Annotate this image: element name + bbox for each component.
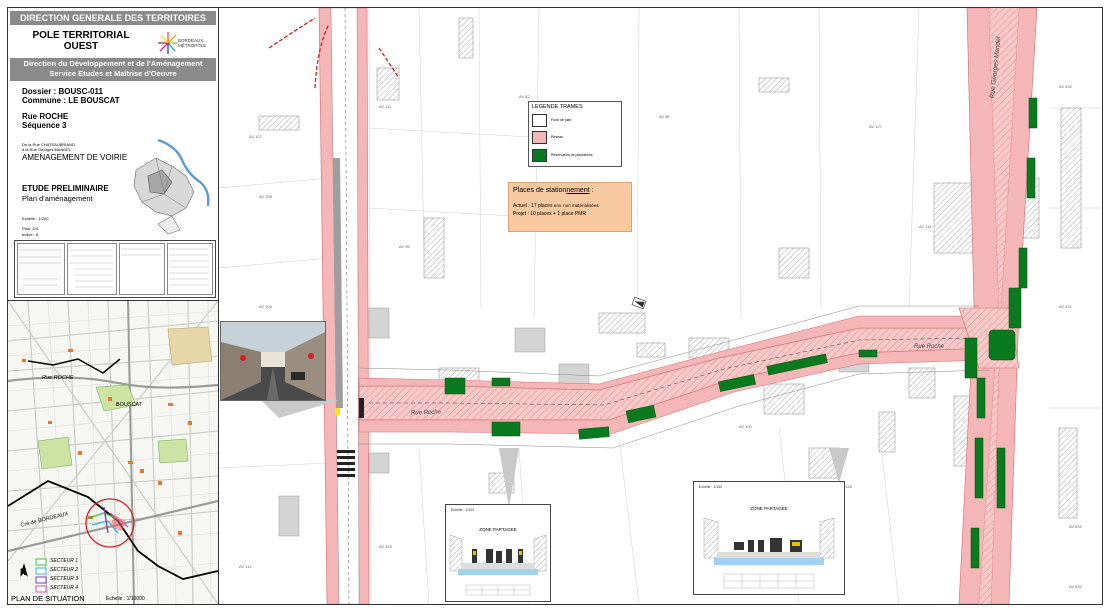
drawing-sheet: DIRECTION GENERALE DES TERRITOIRES POLE … xyxy=(7,7,1103,605)
svg-text:AV 109: AV 109 xyxy=(259,304,273,309)
sector-1-label: SECTEUR 1 xyxy=(50,558,79,564)
parking-title: Places de stationnement : xyxy=(513,187,594,194)
svg-text:AV 114: AV 114 xyxy=(919,224,932,229)
svg-text:AV 95: AV 95 xyxy=(399,244,410,249)
cross-section-2: Echelle : 1/100 ZONE PARTAGEE xyxy=(693,481,845,595)
sector-2-label: SECTEUR 2 xyxy=(50,567,79,573)
svg-text:AV 100: AV 100 xyxy=(739,424,753,429)
location-map-title: PLAN DE SITUATION xyxy=(11,594,85,603)
parking-note: Places de stationnement : Actuel : 17 pl… xyxy=(508,182,632,232)
legend-swatch-network xyxy=(532,131,547,144)
territory-map xyxy=(133,138,210,235)
sector-4-label: SECTEUR 4 xyxy=(50,585,79,591)
location-map: Rue ROCHE BOUSCAT Cré de BORDEAUX N SECT… xyxy=(8,301,219,604)
main-plan: AV 107 AV 108 AV 109 AV 113 AV 111 AV 95 AV… xyxy=(219,8,1102,604)
legend-panel: LEGENDE TRAMES Fond de plan Réseau Réser… xyxy=(528,101,622,167)
svg-text:AV 113: AV 113 xyxy=(239,564,252,569)
scale-label: Echelle : 1/200 xyxy=(22,216,49,221)
title-block: DIRECTION GENERALE DES TERRITOIRES POLE … xyxy=(8,8,219,301)
svg-text:AV 630: AV 630 xyxy=(1059,84,1073,89)
direction-line-2: Service Etudes et Maîtrise d'Oeuvre xyxy=(49,69,177,78)
cross-section-1: Echelle : 1/100 ZONE PARTAGEE xyxy=(445,504,551,602)
to-street: à la Rue Georges MANDEL xyxy=(22,147,72,152)
svg-text:AV 82: AV 82 xyxy=(519,94,530,99)
street-photo xyxy=(220,321,326,401)
svg-text:AV 633: AV 633 xyxy=(1069,584,1083,589)
direction-header: DIRECTION GENERALE DES TERRITOIRES xyxy=(10,11,216,25)
legend-label-network: Réseau xyxy=(551,135,564,139)
pole-line-2: OUEST xyxy=(63,41,99,52)
svg-text:AV 632: AV 632 xyxy=(1069,524,1083,529)
legend-label-plantations: Réservation de plantations xyxy=(551,153,593,157)
pole-title: POLE TERRITORIAL OUEST xyxy=(16,30,146,52)
pole-line-1: POLE TERRITORIAL xyxy=(32,30,130,41)
legend-swatch-plantations xyxy=(532,149,547,162)
etude-title: ETUDE PRELIMINAIRE xyxy=(22,184,109,193)
street-label-rue-roche-east: Rue Roche xyxy=(914,344,945,350)
svg-text:AV 127: AV 127 xyxy=(869,124,883,129)
loc-street-label-1: Rue ROCHE xyxy=(42,375,74,381)
street-label-rue-roche-west: Rue Roche xyxy=(410,409,442,417)
legend-title: LEGENDE TRAMES xyxy=(532,104,583,110)
direction-subheader: Direction du Développement et de l'Aména… xyxy=(10,58,216,81)
plan-index: Indice : A xyxy=(22,232,39,237)
north-arrow-icon: N xyxy=(20,567,27,577)
direction-line-1: Direction du Développement et de l'Aména… xyxy=(23,59,203,68)
sector-3-label: SECTEUR 3 xyxy=(50,576,79,582)
plan-number: Plan: 3/4 xyxy=(22,226,38,231)
location-map-scale: Echelle : 1/10000 xyxy=(106,596,145,602)
legend-swatch-background xyxy=(532,114,547,127)
svg-text:AV 107: AV 107 xyxy=(249,134,263,139)
commune-label: Commune : LE BOUSCAT xyxy=(22,96,120,105)
logo-wordmark: BORDEAUX MÉTROPOLE xyxy=(178,38,206,48)
svg-text:AV 111: AV 111 xyxy=(379,104,392,109)
logo-line-2: MÉTROPOLE xyxy=(178,43,207,48)
info-table xyxy=(14,240,216,298)
dossier-label: Dossier : BOUSC-011 xyxy=(22,87,103,96)
plan-drawing: AV 107 AV 108 AV 109 AV 113 AV 111 AV 95 AV… xyxy=(219,8,1102,604)
parking-current: Actuel : 17 places env. non matérialisée… xyxy=(513,203,599,209)
svg-text:AV 108: AV 108 xyxy=(259,194,273,199)
svg-text:AV 86: AV 86 xyxy=(659,114,670,119)
amenagement-title: AMENAGEMENT DE VOIRIE xyxy=(22,153,128,162)
parking-project: Projet : 10 places + 1 place PMR xyxy=(513,211,586,217)
svg-text:AV 431: AV 431 xyxy=(1059,304,1073,309)
street-title: Rue ROCHE xyxy=(22,112,69,121)
svg-text:AV 325: AV 325 xyxy=(379,544,393,549)
plan-type: Plan d'aménagement xyxy=(22,194,93,203)
sequence-label: Séquence 3 xyxy=(22,121,67,130)
loc-town-label: BOUSCAT xyxy=(116,402,143,408)
legend-label-background: Fond de plan xyxy=(551,118,572,122)
